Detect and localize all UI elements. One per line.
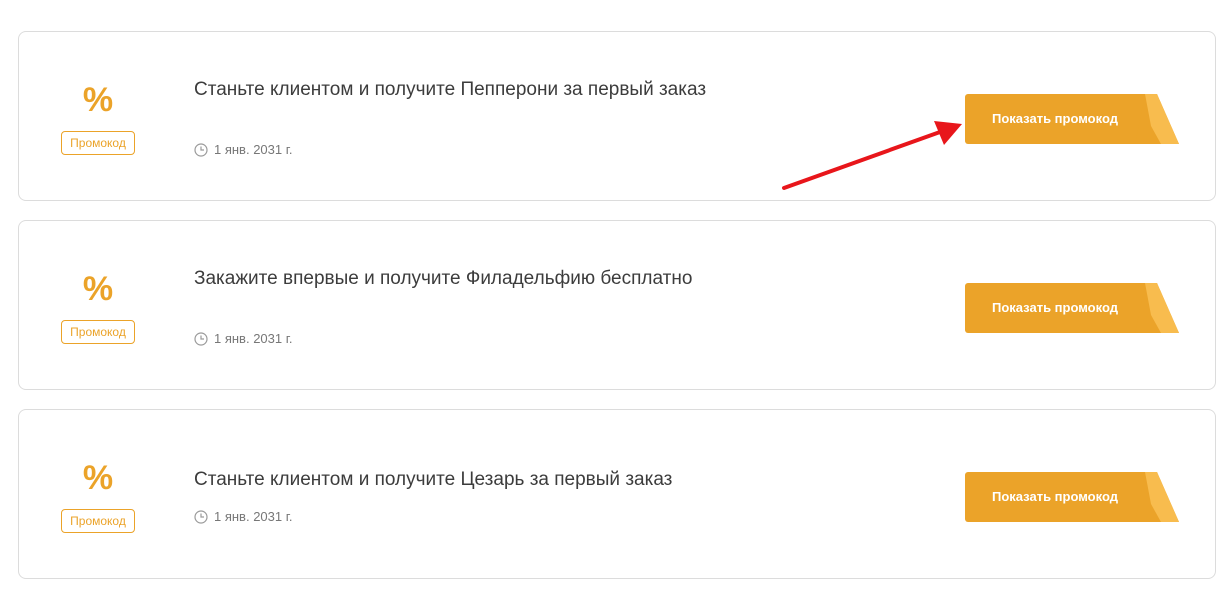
promo-card: % Промокод Станьте клиентом и получите П… xyxy=(18,31,1216,201)
offer-date-text: 1 янв. 2031 г. xyxy=(214,331,293,346)
offer-title: Станьте клиентом и получите Пепперони за… xyxy=(194,79,707,100)
percent-icon: % xyxy=(82,270,114,308)
offer-date: 1 янв. 2031 г. xyxy=(194,509,293,524)
offer-date-text: 1 янв. 2031 г. xyxy=(214,142,293,157)
percent-icon: % xyxy=(82,459,114,497)
offer-date: 1 янв. 2031 г. xyxy=(194,331,293,346)
offer-date-text: 1 янв. 2031 г. xyxy=(214,509,293,524)
percent-icon: % xyxy=(82,81,114,119)
promo-tag: Промокод xyxy=(61,320,135,344)
promo-badge: % Промокод xyxy=(59,82,137,155)
promo-badge: % Промокод xyxy=(59,460,137,533)
show-promo-button[interactable]: Показать промокод xyxy=(965,472,1179,522)
offer-title: Закажите впервые и получите Филадельфию … xyxy=(194,268,693,289)
offer-title: Станьте клиентом и получите Цезарь за пе… xyxy=(194,469,673,490)
show-promo-button[interactable]: Показать промокод xyxy=(965,283,1179,333)
promo-card: % Промокод Закажите впервые и получите Ф… xyxy=(18,220,1216,390)
offer-date: 1 янв. 2031 г. xyxy=(194,142,293,157)
promo-tag: Промокод xyxy=(61,131,135,155)
clock-icon xyxy=(194,331,208,346)
clock-icon xyxy=(194,509,208,524)
clock-icon xyxy=(194,142,208,157)
show-promo-button-label: Показать промокод xyxy=(992,489,1118,504)
promo-badge: % Промокод xyxy=(59,271,137,344)
promo-tag: Промокод xyxy=(61,509,135,533)
show-promo-button[interactable]: Показать промокод xyxy=(965,94,1179,144)
promo-card: % Промокод Станьте клиентом и получите Ц… xyxy=(18,409,1216,579)
show-promo-button-label: Показать промокод xyxy=(992,111,1118,126)
show-promo-button-label: Показать промокод xyxy=(992,300,1118,315)
